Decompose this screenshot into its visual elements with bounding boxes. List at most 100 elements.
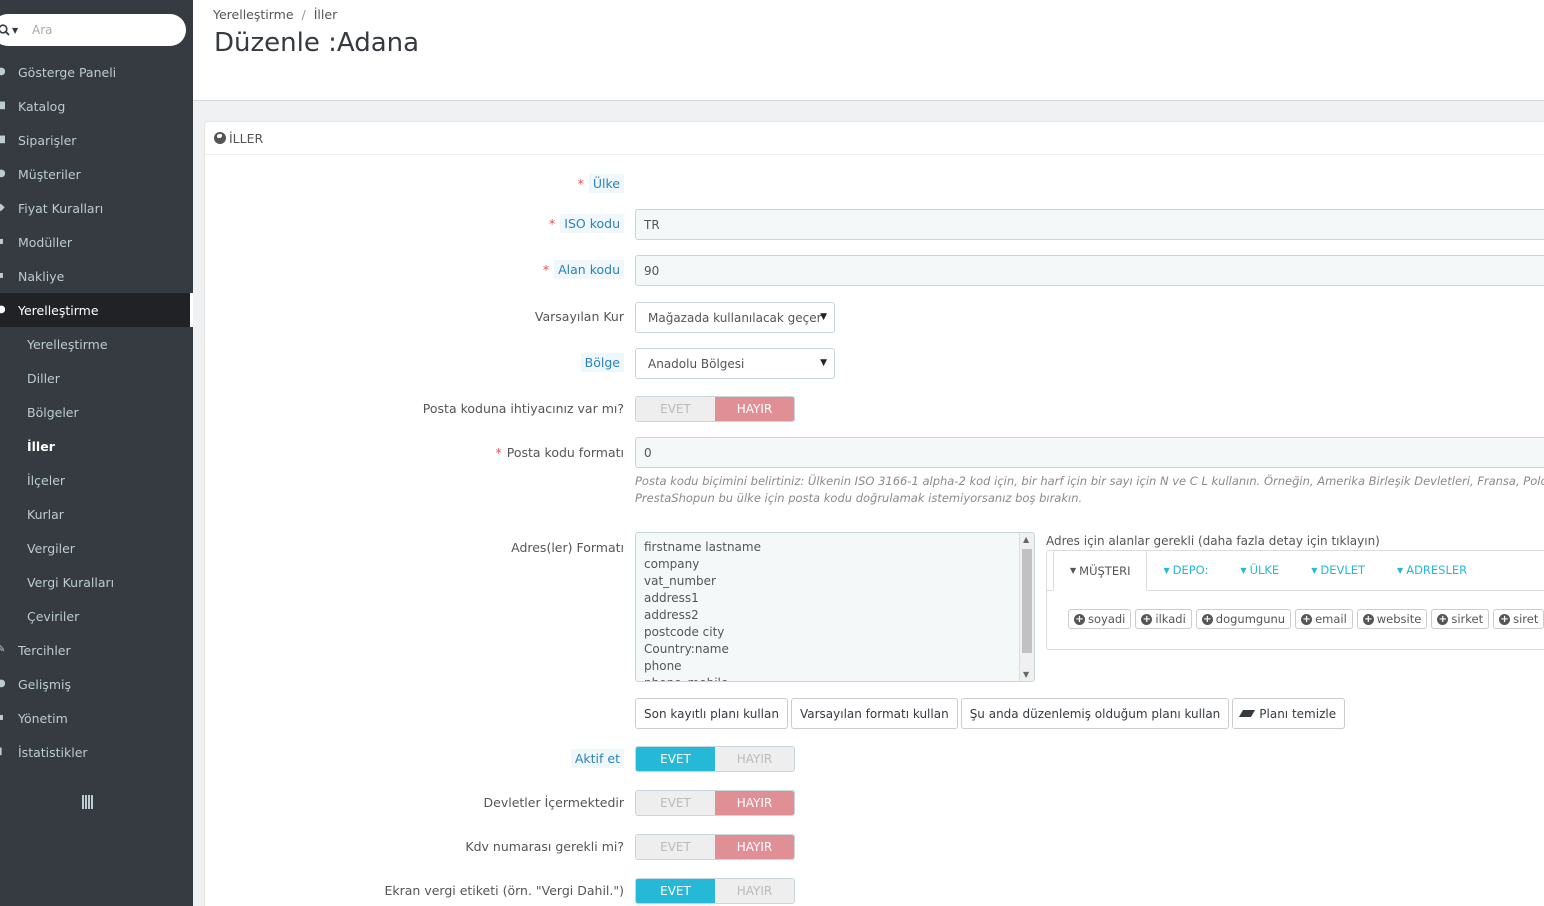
submenu-item-taxes[interactable]: Vergiler bbox=[0, 531, 193, 565]
localization-icon: ● bbox=[0, 305, 5, 315]
menu-item-localization[interactable]: ● Yerelleştirme bbox=[0, 293, 193, 327]
submenu-item-languages[interactable]: Diller bbox=[0, 361, 193, 395]
active-yes[interactable]: EVET bbox=[636, 747, 715, 771]
contains-states-yes[interactable]: EVET bbox=[636, 791, 715, 815]
call-prefix-input[interactable]: 90 bbox=[635, 255, 1544, 286]
menu-item-stats[interactable]: ▮ İstatistikler bbox=[0, 735, 193, 769]
clear-layout-button[interactable]: Planı temizle bbox=[1232, 698, 1346, 729]
zone-select[interactable]: Anadolu Bölgesi ▼ bbox=[635, 348, 835, 379]
field-chip-email[interactable]: + email bbox=[1295, 609, 1353, 629]
need-zip-yes[interactable]: EVET bbox=[636, 397, 715, 421]
use-last-saved-layout-button[interactable]: Son kayıtlı planı kullan bbox=[635, 698, 788, 729]
need-zip-label: Posta koduna ihtiyacınız var mı? bbox=[422, 401, 624, 416]
field-chip-birthday[interactable]: + dogumgunu bbox=[1195, 609, 1292, 629]
iso-code-input[interactable]: TR bbox=[635, 209, 1544, 240]
contains-states-toggle: EVET HAYIR bbox=[635, 790, 795, 816]
active-no[interactable]: HAYIR bbox=[715, 747, 794, 771]
search-type-dropdown[interactable]: ▼ bbox=[0, 24, 32, 36]
breadcrumb-item[interactable]: İller bbox=[314, 7, 337, 22]
need-zip-no[interactable]: HAYIR bbox=[715, 397, 794, 421]
plus-circle-icon: + bbox=[1437, 613, 1449, 625]
caret-down-icon: ▼ bbox=[1070, 566, 1077, 575]
contains-states-label: Devletler İçermektedir bbox=[483, 795, 624, 810]
shipping-icon: ▪ bbox=[0, 271, 4, 281]
required-marker: * bbox=[495, 445, 502, 460]
display-tax-yes[interactable]: EVET bbox=[636, 879, 715, 903]
field-chip-siret[interactable]: + siret bbox=[1493, 609, 1544, 629]
menu-item-preferences[interactable]: ✎ Tercihler bbox=[0, 633, 193, 667]
menu-item-label: Tercihler bbox=[18, 642, 71, 658]
vat-required-no[interactable]: HAYIR bbox=[715, 835, 794, 859]
breadcrumb: Yerelleştirme / İller bbox=[213, 7, 337, 22]
field-chip-company[interactable]: + sirket bbox=[1431, 609, 1490, 629]
submenu-item-translations[interactable]: Çeviriler bbox=[0, 599, 193, 633]
scroll-down-icon[interactable]: ▼ bbox=[1023, 670, 1029, 679]
address-format-textarea[interactable]: firstname lastname company vat_number ad… bbox=[635, 532, 1035, 682]
menu-item-advanced[interactable]: ● Gelişmiş bbox=[0, 667, 193, 701]
required-marker: * bbox=[549, 216, 556, 231]
localization-submenu: Yerelleştirme Diller Bölgeler İller İlçe… bbox=[0, 327, 193, 633]
country-label: * Ülke bbox=[578, 174, 624, 193]
countries-form-panel: İLLER * Ülke * ISO kodu TR * Alan kodu 90 V… bbox=[204, 121, 1544, 906]
scroll-up-icon[interactable]: ▲ bbox=[1023, 535, 1029, 544]
menu-item-dashboard[interactable]: ● Gösterge Paneli bbox=[0, 55, 193, 89]
menu-item-orders[interactable]: ■ Siparişler bbox=[0, 123, 193, 157]
address-format-line: address2 bbox=[644, 608, 699, 622]
tab-state[interactable]: ▼ DEVLET bbox=[1295, 550, 1381, 590]
submenu-item-currencies[interactable]: Kurlar bbox=[0, 497, 193, 531]
tab-customer[interactable]: ▼ MÜŞTERI bbox=[1053, 550, 1148, 591]
search-input[interactable] bbox=[32, 23, 162, 37]
menu-item-label: Nakliye bbox=[18, 268, 65, 284]
display-tax-no[interactable]: HAYIR bbox=[715, 879, 794, 903]
collapse-menu-icon[interactable] bbox=[82, 795, 96, 809]
scrollbar-thumb[interactable] bbox=[1022, 549, 1032, 653]
iso-code-label: * ISO kodu bbox=[549, 214, 624, 233]
menu-item-label: Katalog bbox=[18, 98, 66, 114]
tab-addresses[interactable]: ▼ ADRESLER bbox=[1381, 550, 1483, 590]
zip-format-help-line: PrestaShopun bu ülke için posta kodu doğ… bbox=[635, 491, 1083, 505]
vat-required-yes[interactable]: EVET bbox=[636, 835, 715, 859]
menu-item-price-rules[interactable]: ◆ Fiyat Kuralları bbox=[0, 191, 193, 225]
menu-item-shipping[interactable]: ▪ Nakliye bbox=[0, 259, 193, 293]
breadcrumb-separator: / bbox=[301, 7, 306, 22]
vat-required-label: Kdv numarası gerekli mi? bbox=[465, 839, 624, 854]
use-current-layout-button[interactable]: Şu anda düzenlemiş olduğum planı kullan bbox=[960, 698, 1230, 729]
field-chip-website[interactable]: + website bbox=[1356, 609, 1428, 629]
submenu-item-zones[interactable]: Bölgeler bbox=[0, 395, 193, 429]
plus-circle-icon: + bbox=[1201, 613, 1213, 625]
eraser-icon bbox=[1239, 710, 1256, 717]
submenu-item-states[interactable]: İlçeler bbox=[0, 463, 193, 497]
caret-down-icon: ▼ bbox=[1397, 565, 1404, 575]
menu-item-administration[interactable]: ▪ Yönetim bbox=[0, 701, 193, 735]
contains-states-no[interactable]: HAYIR bbox=[715, 791, 794, 815]
zone-label: Bölge bbox=[580, 353, 624, 372]
submenu-item-countries[interactable]: İller bbox=[0, 429, 193, 463]
globe-icon bbox=[214, 132, 226, 144]
address-format-line: phone_mobile bbox=[644, 675, 1026, 681]
chip-label: email bbox=[1315, 612, 1347, 626]
chip-label: soyadi bbox=[1088, 612, 1126, 626]
active-label-text: Aktif et bbox=[570, 749, 624, 768]
display-tax-label: Ekran vergi etiketi (örn. "Vergi Dahil."… bbox=[384, 883, 624, 898]
zip-format-input[interactable]: 0 bbox=[635, 437, 1544, 468]
field-chip-lastname[interactable]: + soyadi bbox=[1068, 609, 1132, 629]
breadcrumb-item[interactable]: Yerelleştirme bbox=[213, 7, 294, 22]
chip-label: ilkadi bbox=[1155, 612, 1186, 626]
field-chip-firstname[interactable]: + ilkadi bbox=[1135, 609, 1192, 629]
address-format-line: address1 bbox=[644, 591, 699, 605]
address-fields-help[interactable]: Adres için alanlar gerekli (daha fazla d… bbox=[1046, 534, 1380, 548]
menu-item-modules[interactable]: ▪ Modüller bbox=[0, 225, 193, 259]
use-default-layout-button[interactable]: Varsayılan formatı kullan bbox=[790, 698, 958, 729]
chip-label: sirket bbox=[1451, 612, 1484, 626]
tab-warehouse[interactable]: ▼ DEPO: bbox=[1147, 550, 1224, 590]
iso-code-label-text: ISO kodu bbox=[560, 214, 624, 233]
tab-country[interactable]: ▼ ÜLKE bbox=[1224, 550, 1295, 590]
default-currency-select[interactable]: Mağazada kullanılacak geçer ▼ bbox=[635, 302, 835, 333]
caret-down-icon: ▼ bbox=[820, 358, 827, 368]
textarea-scrollbar[interactable]: ▲ ▼ bbox=[1019, 533, 1034, 681]
submenu-item-localization[interactable]: Yerelleştirme bbox=[0, 327, 193, 361]
menu-item-catalog[interactable]: ■ Katalog bbox=[0, 89, 193, 123]
menu-item-customers[interactable]: ● Müşteriler bbox=[0, 157, 193, 191]
submenu-item-tax-rules[interactable]: Vergi Kuralları bbox=[0, 565, 193, 599]
chip-label: siret bbox=[1513, 612, 1539, 626]
